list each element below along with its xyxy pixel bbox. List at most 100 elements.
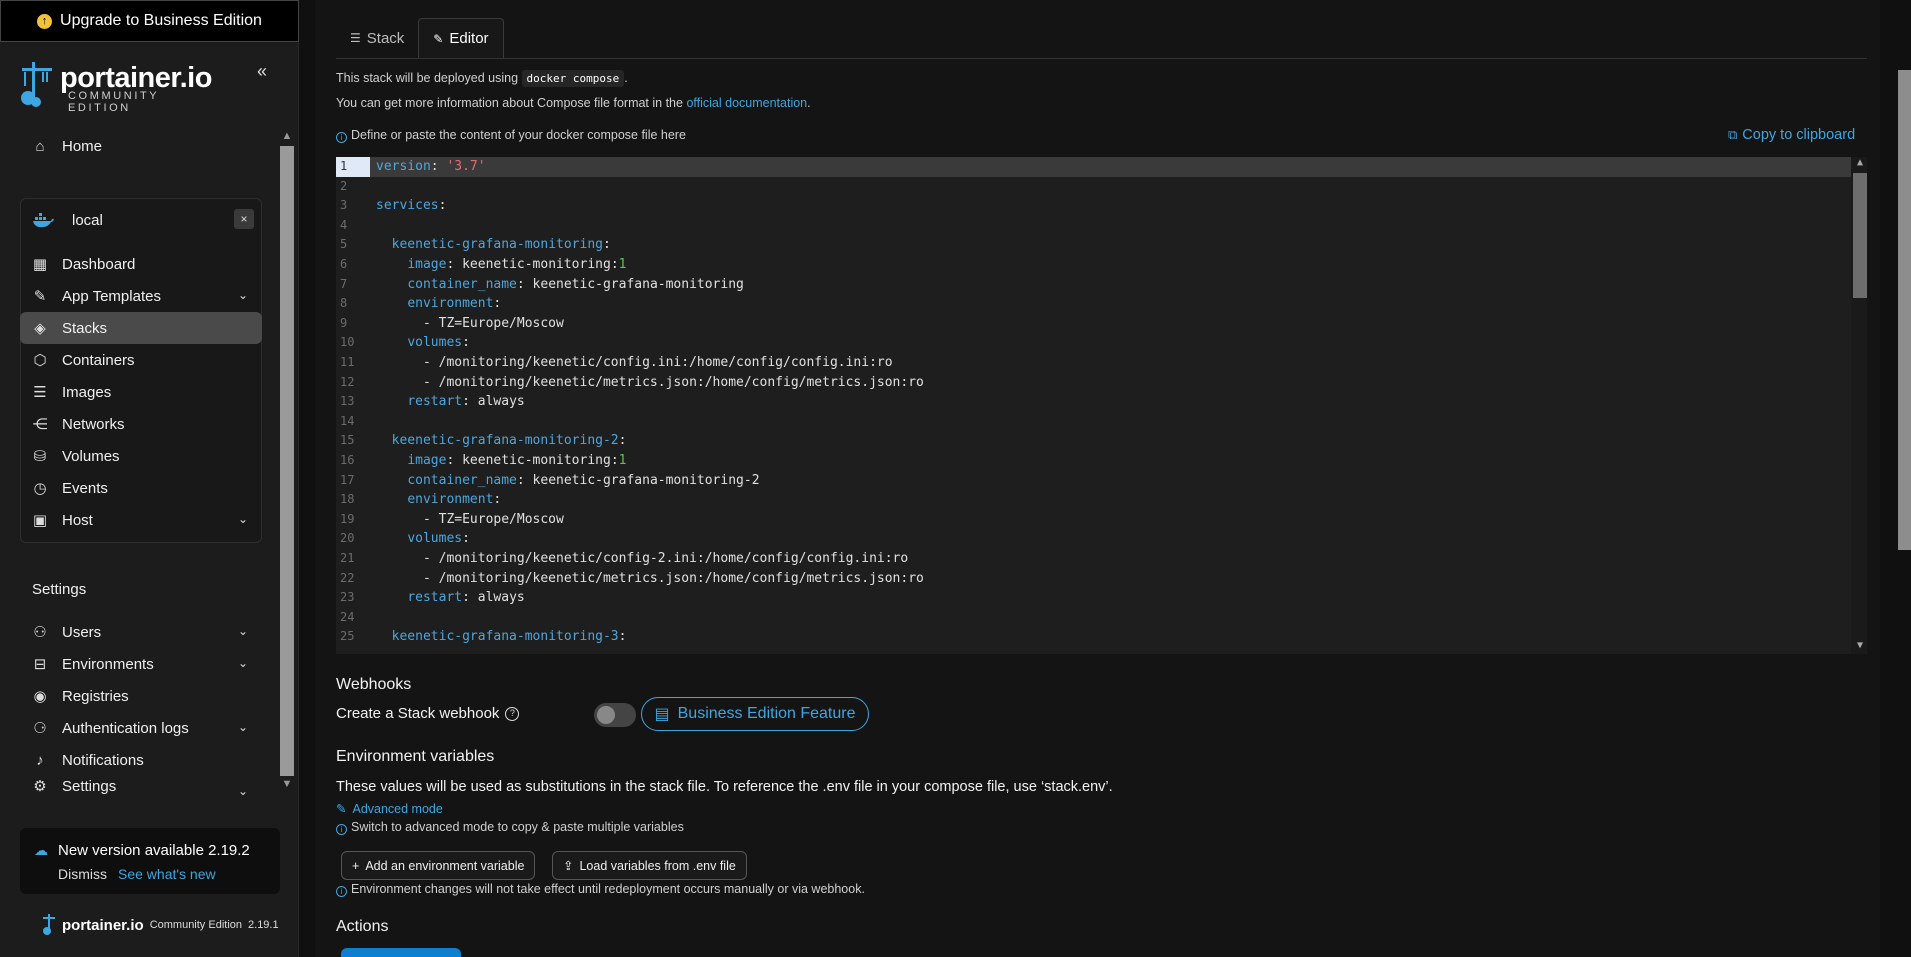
copy-to-clipboard-button[interactable]: ⧉ Copy to clipboard <box>1728 127 1855 143</box>
code-text: volumes: <box>376 333 470 353</box>
line-number: 9 <box>340 315 348 330</box>
code-line: 1 version: '3.7' <box>336 157 1851 177</box>
footer-version: 2.19.1 <box>248 919 279 931</box>
line-number: 21 <box>340 551 355 565</box>
sidebar-item-images[interactable]: ☰ Images <box>20 376 262 408</box>
code-text: image: keenetic-monitoring:1 <box>376 451 626 471</box>
tab-editor[interactable]: ✎ Editor <box>418 18 504 58</box>
line-number: 15 <box>340 433 355 448</box>
share-icon: ⋲ <box>32 416 48 433</box>
scroll-down-icon[interactable]: ▼ <box>280 778 294 792</box>
environment-local[interactable]: local <box>20 204 262 236</box>
deploy-prefix: This stack will be deployed using <box>336 71 519 85</box>
sidebar-item-volumes[interactable]: ⛁ Volumes <box>20 440 262 472</box>
chevron-down-icon[interactable]: ⌄ <box>238 784 248 796</box>
sidebar-item-app-templates[interactable]: ✎ App Templates ⌄ <box>20 280 262 312</box>
sidebar-item-authentication-logs[interactable]: ⚆ Authentication logs ⌄ <box>20 712 262 744</box>
arrow-up-circle-icon: ↑ <box>37 13 53 29</box>
code-token: : <box>438 198 447 214</box>
code-token: : <box>462 531 470 547</box>
sidebar-item-notifications[interactable]: ♪ Notifications <box>20 744 262 776</box>
dismiss-button[interactable]: Dismiss <box>58 866 107 882</box>
official-documentation-link[interactable]: official documentation <box>686 96 807 110</box>
code-line: 7 container_name: keenetic-grafana-monit… <box>336 275 1851 295</box>
line-number: 4 <box>340 217 348 232</box>
sidebar-item-stacks[interactable]: ◈ Stacks <box>20 312 262 344</box>
update-stack-button[interactable] <box>341 948 461 957</box>
line-number: 24 <box>340 609 355 624</box>
sidebar-item-users[interactable]: ⚇ Users ⌄ <box>20 616 262 648</box>
upgrade-button[interactable]: ↑ Upgrade to Business Edition <box>0 0 299 42</box>
docker-whale-icon <box>33 213 54 228</box>
env-hint-text: Environment changes will not take effect… <box>351 882 865 896</box>
sidebar-item-label: Home <box>62 137 103 155</box>
code-text: keenetic-grafana-monitoring: <box>376 235 611 255</box>
portainer-crane-icon <box>43 914 55 935</box>
sidebar-item-settings[interactable]: ⚙ Settings ⌄ <box>20 776 262 797</box>
editor-scrollbar[interactable]: ▲ ▼ <box>1851 157 1867 654</box>
code-token: restart <box>407 394 463 410</box>
code-token: : <box>493 296 502 312</box>
compose-editor[interactable]: 1 version: '3.7' 2 3 services: 4 5 keenetic-gr… <box>336 157 1867 654</box>
code-line: 10 volumes: <box>336 333 1851 353</box>
webhook-toggle[interactable] <box>594 703 636 727</box>
load-env-file-button[interactable]: ⇪ Load variables from .env file <box>552 851 747 880</box>
scroll-up-icon[interactable]: ▲ <box>280 130 294 144</box>
chevron-down-icon[interactable]: ⌄ <box>238 512 248 526</box>
business-edition-badge[interactable]: ▤ Business Edition Feature <box>641 697 869 731</box>
chevron-down-icon[interactable]: ⌄ <box>238 288 248 302</box>
portainer-logo[interactable]: portainer.io COMMUNITY EDITION <box>18 58 218 114</box>
sidebar-item-label: Volumes <box>62 447 120 465</box>
chevron-down-icon[interactable]: ⌄ <box>238 656 248 670</box>
whats-new-link[interactable]: See what's new <box>118 866 216 882</box>
code-text: version: '3.7' <box>376 157 486 177</box>
code-line: 18 environment: <box>336 490 1851 510</box>
deploy-tool: docker compose <box>521 70 625 87</box>
layers-icon: ◈ <box>34 320 46 337</box>
home-icon: ⌂ <box>35 137 45 155</box>
sidebar-item-events[interactable]: ◷ Events <box>20 472 262 504</box>
box-icon: ⬡ <box>33 352 47 369</box>
line-number: 14 <box>340 413 355 428</box>
copy-label: Copy to clipboard <box>1742 127 1856 143</box>
line-number: 5 <box>340 237 348 252</box>
code-text: services: <box>376 196 446 216</box>
portainer-crane-icon <box>21 62 52 107</box>
sidebar-item-host[interactable]: ▣ Host ⌄ <box>20 504 262 536</box>
help-icon[interactable]: ? <box>505 706 520 721</box>
sidebar-item-label: Settings <box>62 777 117 795</box>
code-token: : <box>493 492 502 508</box>
code-text: environment: <box>376 294 501 314</box>
advanced-mode-link[interactable]: ✎ Advanced mode <box>336 801 443 817</box>
tab-stack[interactable]: ☰ Stack <box>336 18 418 58</box>
stack-tabs: ☰ Stack ✎ Editor <box>336 18 504 58</box>
sidebar-item-environments[interactable]: ⊟ Environments ⌄ <box>20 648 262 680</box>
environment-close-button[interactable]: × <box>234 209 254 229</box>
chevron-down-icon[interactable]: ⌄ <box>238 720 248 734</box>
line-number: 3 <box>340 198 348 213</box>
env-change-hint: i Environment changes will not take effec… <box>336 882 865 897</box>
sidebar-scroll-thumb[interactable] <box>280 146 294 776</box>
code-token: : <box>618 433 627 449</box>
editor-scroll-thumb[interactable] <box>1853 173 1867 298</box>
code-text: volumes: <box>376 529 470 549</box>
line-number: 23 <box>340 590 355 605</box>
sidebar-item-containers[interactable]: ⬡ Containers <box>20 344 262 376</box>
add-env-variable-button[interactable]: + Add an environment variable <box>341 851 536 880</box>
collapse-sidebar-icon[interactable]: « <box>252 62 272 82</box>
sidebar-item-registries[interactable]: ◉ Registries <box>20 680 262 712</box>
code-token: : <box>430 159 447 174</box>
sidebar-item-networks[interactable]: ⋲ Networks <box>20 408 262 440</box>
sidebar-item-dashboard[interactable]: ▦ Dashboard <box>20 248 262 280</box>
chevron-down-icon[interactable]: ⌄ <box>238 624 248 638</box>
sidebar-item-label: Stacks <box>62 319 108 337</box>
page-scrollbar-thumb[interactable] <box>1898 70 1911 550</box>
sidebar-item-home[interactable]: ⌂ Home <box>20 130 262 162</box>
footer-logo: portainer.io Community Edition 2.19.1 <box>42 914 279 936</box>
scroll-up-icon[interactable]: ▲ <box>1853 157 1867 168</box>
sidebar-scrollbar[interactable]: ▲ ▼ <box>280 130 294 790</box>
scroll-down-icon[interactable]: ▼ <box>1853 640 1867 651</box>
